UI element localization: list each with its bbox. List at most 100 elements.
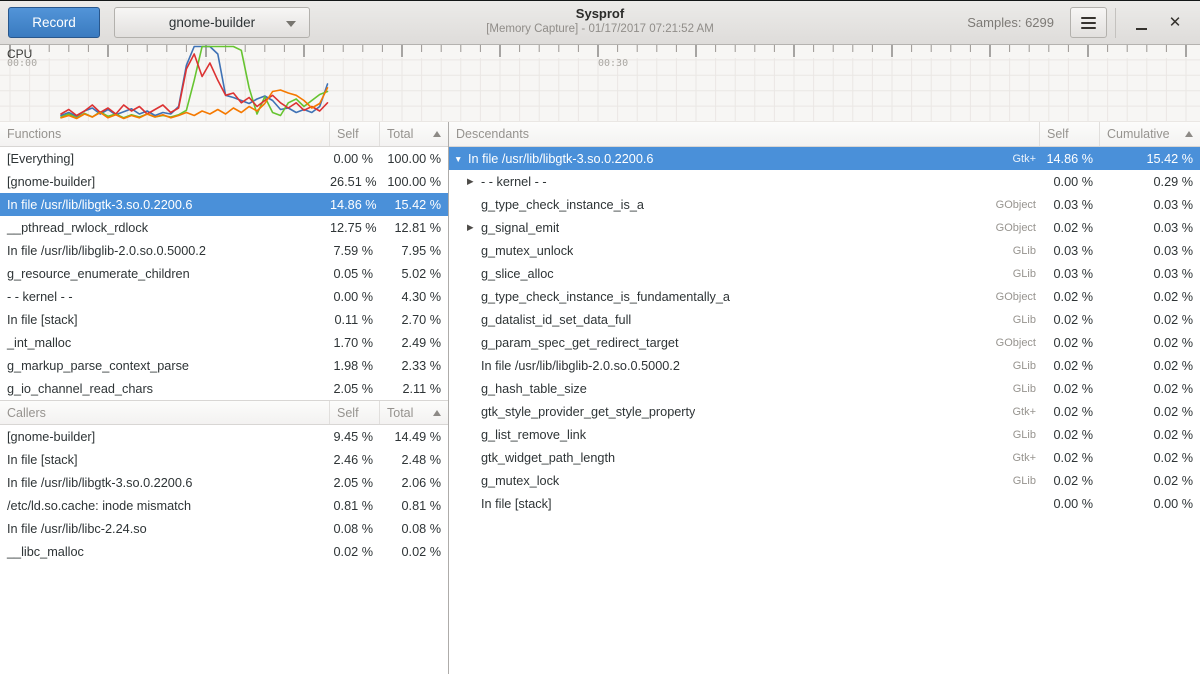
row-function-name: In file [stack]	[0, 453, 330, 467]
row-self-percent: 0.03 %	[1040, 198, 1100, 212]
functions-self-column-header[interactable]: Self	[330, 122, 380, 146]
tree-row[interactable]: g_datalist_id_set_data_fullGLib0.02 %0.0…	[449, 308, 1200, 331]
row-self-percent: 0.03 %	[1040, 244, 1100, 258]
table-row[interactable]: [gnome-builder]9.45 %14.49 %	[0, 425, 448, 448]
function-label: g_type_check_instance_is_fundamentally_a	[481, 290, 730, 304]
tree-row[interactable]: g_mutex_lockGLib0.02 %0.02 %	[449, 469, 1200, 492]
functions-total-column-header[interactable]: Total	[380, 122, 448, 146]
library-tag: Gtk+	[1004, 406, 1036, 418]
table-row[interactable]: [gnome-builder]26.51 %100.00 %	[0, 170, 448, 193]
close-button[interactable]: ✕	[1158, 7, 1192, 38]
row-function-name: In file /usr/lib/libgtk-3.so.0.2200.6	[0, 476, 330, 490]
sort-ascending-icon	[433, 131, 441, 137]
row-total-percent: 4.30 %	[380, 290, 448, 304]
row-cumulative-percent: 0.03 %	[1100, 198, 1200, 212]
table-row[interactable]: /etc/ld.so.cache: inode mismatch0.81 %0.…	[0, 494, 448, 517]
target-select-dropdown[interactable]: gnome-builder	[114, 7, 310, 38]
table-row[interactable]: In file /usr/lib/libc-2.24.so0.08 %0.08 …	[0, 517, 448, 540]
table-row[interactable]: __pthread_rwlock_rdlock12.75 %12.81 %	[0, 216, 448, 239]
library-tag: GLib	[1005, 429, 1036, 441]
table-row[interactable]: In file /usr/lib/libgtk-3.so.0.2200.614.…	[0, 193, 448, 216]
row-self-percent: 0.02 %	[330, 545, 380, 559]
row-cumulative-percent: 0.02 %	[1100, 336, 1200, 350]
row-cumulative-percent: 0.02 %	[1100, 474, 1200, 488]
tree-row[interactable]: g_hash_table_sizeGLib0.02 %0.02 %	[449, 377, 1200, 400]
row-self-percent: 7.59 %	[330, 244, 380, 258]
row-self-percent: 0.02 %	[1040, 221, 1100, 235]
table-row[interactable]: g_resource_enumerate_children0.05 %5.02 …	[0, 262, 448, 285]
callers-column-header[interactable]: Callers	[0, 401, 330, 424]
library-tag: GLib	[1005, 475, 1036, 487]
row-total-percent: 2.33 %	[380, 359, 448, 373]
row-self-percent: 2.05 %	[330, 476, 380, 490]
expander-right-icon[interactable]: ▶	[467, 222, 481, 233]
callers-total-column-header[interactable]: Total	[380, 401, 448, 424]
library-tag: GLib	[1005, 268, 1036, 280]
hamburger-menu-button[interactable]	[1070, 7, 1107, 38]
expander-right-icon[interactable]: ▶	[467, 176, 481, 187]
row-function-name: __pthread_rwlock_rdlock	[0, 221, 330, 235]
row-total-percent: 100.00 %	[380, 152, 448, 166]
tree-row[interactable]: ▶g_signal_emitGObject0.02 %0.03 %	[449, 216, 1200, 239]
function-label: g_param_spec_get_redirect_target	[481, 336, 679, 350]
row-function-name: gtk_widget_path_lengthGtk+	[449, 451, 1040, 465]
samples-count: Samples: 6299	[967, 15, 1054, 30]
expander-down-icon[interactable]: ▼	[454, 154, 468, 164]
time-tick-label-mid: 00:30	[598, 58, 628, 69]
table-row[interactable]: g_markup_parse_context_parse1.98 %2.33 %	[0, 354, 448, 377]
table-row[interactable]: In file [stack]0.11 %2.70 %	[0, 308, 448, 331]
tree-row[interactable]: g_type_check_instance_is_fundamentally_a…	[449, 285, 1200, 308]
row-self-percent: 0.02 %	[1040, 405, 1100, 419]
row-self-percent: 0.00 %	[330, 152, 380, 166]
row-total-percent: 5.02 %	[380, 267, 448, 281]
cpu-graph-canvas	[0, 45, 1200, 122]
tree-row[interactable]: g_list_remove_linkGLib0.02 %0.02 %	[449, 423, 1200, 446]
table-row[interactable]: In file [stack]2.46 %2.48 %	[0, 448, 448, 471]
callers-self-column-header[interactable]: Self	[330, 401, 380, 424]
tree-row[interactable]: g_mutex_unlockGLib0.03 %0.03 %	[449, 239, 1200, 262]
library-tag: GObject	[988, 337, 1036, 349]
row-cumulative-percent: 0.02 %	[1100, 405, 1200, 419]
function-label: g_list_remove_link	[481, 428, 586, 442]
row-function-name: __libc_malloc	[0, 545, 330, 559]
function-label: g_mutex_unlock	[481, 244, 573, 258]
tree-row[interactable]: g_slice_allocGLib0.03 %0.03 %	[449, 262, 1200, 285]
table-row[interactable]: g_io_channel_read_chars2.05 %2.11 %	[0, 377, 448, 400]
row-function-name: In file /usr/lib/libglib-2.0.so.0.5000.2	[0, 244, 330, 258]
functions-table-header: Functions Self Total	[0, 122, 448, 147]
row-function-name: g_io_channel_read_chars	[0, 382, 330, 396]
table-row[interactable]: _int_malloc1.70 %2.49 %	[0, 331, 448, 354]
descendants-self-column-header[interactable]: Self	[1040, 122, 1100, 146]
table-row[interactable]: In file /usr/lib/libgtk-3.so.0.2200.62.0…	[0, 471, 448, 494]
row-total-percent: 2.11 %	[380, 382, 448, 396]
row-cumulative-percent: 0.02 %	[1100, 359, 1200, 373]
close-icon: ✕	[1169, 15, 1182, 30]
row-self-percent: 0.02 %	[1040, 428, 1100, 442]
tree-row[interactable]: gtk_style_provider_get_style_propertyGtk…	[449, 400, 1200, 423]
row-function-name: [Everything]	[0, 152, 330, 166]
record-button[interactable]: Record	[8, 7, 100, 38]
tree-row[interactable]: In file [stack]0.00 %0.00 %	[449, 492, 1200, 515]
table-row[interactable]: __libc_malloc0.02 %0.02 %	[0, 540, 448, 563]
row-function-name: [gnome-builder]	[0, 175, 330, 189]
titlebar-separator	[1115, 8, 1116, 38]
table-row[interactable]: - - kernel - -0.00 %4.30 %	[0, 285, 448, 308]
cpu-usage-graph[interactable]: CPU 00:00 00:30	[0, 45, 1200, 122]
row-cumulative-percent: 0.02 %	[1100, 290, 1200, 304]
tree-row[interactable]: ▼In file /usr/lib/libgtk-3.so.0.2200.6Gt…	[449, 147, 1200, 170]
row-cumulative-percent: 0.02 %	[1100, 313, 1200, 327]
tree-row[interactable]: g_param_spec_get_redirect_target GObject 0…	[449, 331, 1200, 354]
function-label: g_signal_emit	[481, 221, 559, 235]
tree-row[interactable]: gtk_widget_path_lengthGtk+0.02 %0.02 %	[449, 446, 1200, 469]
row-self-percent: 0.02 %	[1040, 382, 1100, 396]
minimize-button[interactable]	[1124, 7, 1158, 38]
library-tag: Gtk+	[1004, 452, 1036, 464]
descendants-cumulative-column-header[interactable]: Cumulative	[1100, 122, 1200, 146]
tree-row[interactable]: g_type_check_instance_is_aGObject0.03 %0…	[449, 193, 1200, 216]
descendants-column-header[interactable]: Descendants	[449, 122, 1040, 146]
tree-row[interactable]: ▶- - kernel - -0.00 %0.29 %	[449, 170, 1200, 193]
tree-row[interactable]: In file /usr/lib/libglib-2.0.so.0.5000.2…	[449, 354, 1200, 377]
table-row[interactable]: In file /usr/lib/libglib-2.0.so.0.5000.2…	[0, 239, 448, 262]
functions-column-header[interactable]: Functions	[0, 122, 330, 146]
table-row[interactable]: [Everything]0.00 %100.00 %	[0, 147, 448, 170]
